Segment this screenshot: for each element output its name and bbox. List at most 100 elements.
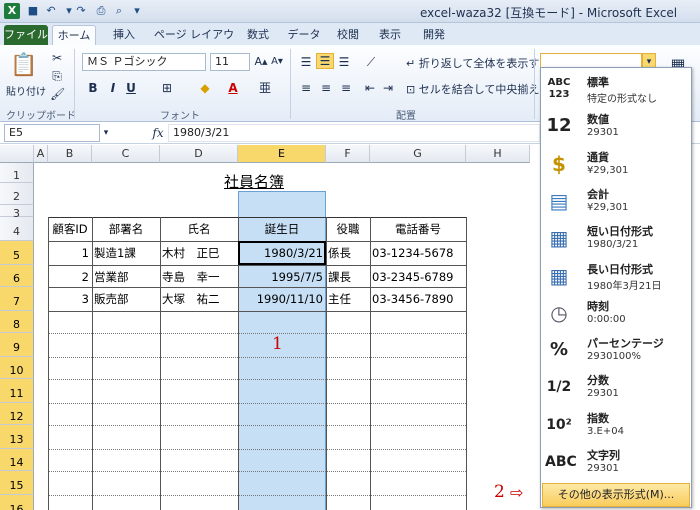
print-preview-icon[interactable]: ⎙ [94, 4, 108, 18]
phonetic-icon[interactable]: 亜 [256, 81, 274, 95]
table-cell[interactable]: 係長 [328, 242, 367, 264]
table-cell[interactable]: 1995/7/5 [240, 266, 323, 288]
row-header-15[interactable]: 15 [0, 471, 34, 495]
number-format-option[interactable]: ABC 123 標準 特定の形式なし [541, 72, 691, 108]
table-cell[interactable]: 製造1課 [94, 242, 157, 264]
number-format-option[interactable]: ▦ 長い日付形式 1980年3月21日 [541, 259, 691, 295]
orientation-icon[interactable]: ⟋ [362, 55, 380, 69]
table-header-cell[interactable]: 誕生日 [238, 218, 326, 240]
merge-center-button[interactable]: ⊡ セルを結合して中央揃え ▾ [406, 81, 548, 97]
table-cell[interactable]: 3 [50, 288, 89, 310]
row-header-5[interactable]: 5 [0, 241, 34, 265]
save-icon[interactable]: ■ [26, 4, 40, 18]
row-header-3[interactable]: 3 [0, 205, 34, 220]
name-box[interactable]: E5 [4, 124, 100, 142]
column-header-a[interactable]: A [34, 145, 48, 163]
row-header-11[interactable]: 11 [0, 379, 34, 403]
name-box-dropdown-icon[interactable]: ▾ [100, 126, 112, 140]
table-header-cell[interactable]: 氏名 [160, 218, 238, 240]
tab-page-layout[interactable]: ページ レイアウト [152, 25, 236, 61]
sheet-title[interactable]: 社員名簿 [224, 171, 284, 193]
table-cell[interactable]: 大塚 祐二 [162, 288, 235, 310]
table-cell[interactable]: 木村 正巳 [162, 242, 235, 264]
shrink-font-icon[interactable]: A▾ [270, 55, 284, 69]
increase-indent-icon[interactable]: ⇥ [380, 81, 396, 95]
align-bottom-icon[interactable]: ☰ [336, 55, 352, 69]
customize-toolbar-icon[interactable]: ▾ [130, 4, 144, 18]
row-header-7[interactable]: 7 [0, 287, 34, 311]
font-color-icon[interactable]: A [224, 81, 242, 95]
row-header-12[interactable]: 12 [0, 403, 34, 425]
table-header-cell[interactable]: 役職 [326, 218, 370, 240]
align-top-icon[interactable]: ☰ [298, 55, 314, 69]
row-header-9[interactable]: 9 [0, 333, 34, 357]
copy-icon[interactable]: ⎘ [50, 69, 64, 83]
table-header-cell[interactable]: 部署名 [92, 218, 160, 240]
tab-file[interactable]: ファイル [4, 25, 48, 45]
fill-color-icon[interactable]: ◆ [196, 81, 214, 95]
row-header-2[interactable]: 2 [0, 183, 34, 205]
column-header-b[interactable]: B [48, 145, 92, 163]
number-format-option[interactable]: $ 通貨 ¥29,301 [541, 147, 691, 183]
tab-review[interactable]: 校閲 [332, 25, 364, 45]
align-right-icon[interactable]: ≡ [338, 81, 354, 95]
row-header-6[interactable]: 6 [0, 265, 34, 287]
table-cell[interactable]: 寺島 幸一 [162, 266, 235, 288]
column-header-f[interactable]: F [326, 145, 370, 163]
table-cell[interactable]: 販売部 [94, 288, 157, 310]
tab-view[interactable]: 表示 [374, 25, 406, 45]
more-number-formats-button[interactable]: その他の表示形式(M)... [542, 483, 690, 507]
paste-button[interactable]: 貼り付け [6, 83, 46, 98]
number-format-option[interactable]: 1/2 分数 29301 [541, 370, 691, 406]
table-cell[interactable]: 1 [50, 242, 89, 264]
table-header-cell[interactable]: 顧客ID [48, 218, 92, 240]
column-header-e[interactable]: E [238, 145, 326, 163]
tab-formulas[interactable]: 数式 [242, 25, 274, 45]
table-cell[interactable]: 1990/11/10 [240, 288, 323, 310]
table-cell[interactable]: 課長 [328, 266, 367, 288]
number-format-option[interactable]: 12 数値 29301 [541, 109, 691, 145]
number-format-option[interactable]: ◷ 時刻 0:00:00 [541, 296, 691, 332]
number-format-option[interactable]: ▤ 会計 ¥29,301 [541, 184, 691, 220]
redo-icon[interactable]: ↷ [74, 4, 88, 18]
table-cell[interactable]: 03-1234-5678 [372, 242, 463, 264]
format-painter-icon[interactable]: 🖌 [50, 87, 65, 101]
number-format-option[interactable]: ▦ 短い日付形式 1980/3/21 [541, 221, 691, 257]
table-cell[interactable]: 03-2345-6789 [372, 266, 463, 288]
column-header-h[interactable]: H [466, 145, 530, 163]
row-header-4[interactable]: 4 [0, 217, 34, 241]
underline-button[interactable]: U [124, 81, 138, 95]
align-center-icon[interactable]: ≡ [318, 81, 334, 95]
tab-developer[interactable]: 開発 [418, 25, 450, 45]
column-header-g[interactable]: G [370, 145, 466, 163]
wrap-text-button[interactable]: ↵ 折り返して全体を表示する [406, 55, 550, 71]
row-header-16[interactable]: 16 [0, 495, 34, 510]
align-left-icon[interactable]: ≡ [298, 81, 314, 95]
borders-icon[interactable]: ⊞ [158, 81, 176, 95]
worksheet-grid[interactable]: ABCDEFGH 1 2 3 4 5 6 7 8 9 10 11 12 13 14 15 16 社員名簿 顧客… [0, 145, 540, 510]
undo-icon[interactable]: ↶ [44, 4, 58, 18]
tab-home[interactable]: ホーム [52, 25, 96, 45]
table-cell[interactable]: 主任 [328, 288, 367, 310]
table-cell[interactable]: 03-3456-7890 [372, 288, 463, 310]
tab-data[interactable]: データ [284, 25, 324, 45]
paste-icon[interactable]: 📋 [10, 51, 37, 81]
font-name-box[interactable]: ＭＳ Ｐゴシック [82, 53, 206, 71]
table-cell[interactable]: 2 [50, 266, 89, 288]
insert-function-icon[interactable]: fx [150, 126, 166, 140]
number-format-option[interactable]: % パーセンテージ 2930100% [541, 333, 691, 369]
table-header-cell[interactable]: 電話番号 [370, 218, 466, 240]
column-header-c[interactable]: C [92, 145, 160, 163]
row-header-10[interactable]: 10 [0, 357, 34, 379]
row-header-13[interactable]: 13 [0, 425, 34, 449]
align-middle-icon[interactable]: ☰ [316, 53, 334, 69]
row-header-1[interactable]: 1 [0, 163, 34, 183]
italic-button[interactable]: I [106, 81, 120, 95]
formula-input[interactable]: 1980/3/21 [168, 124, 540, 142]
quick-print-icon[interactable]: ⌕ [112, 4, 126, 18]
bold-button[interactable]: B [86, 81, 100, 95]
table-cell[interactable]: 営業部 [94, 266, 157, 288]
column-header-d[interactable]: D [160, 145, 238, 163]
decrease-indent-icon[interactable]: ⇤ [362, 81, 378, 95]
number-format-option[interactable]: ABC 文字列 29301 [541, 445, 691, 481]
